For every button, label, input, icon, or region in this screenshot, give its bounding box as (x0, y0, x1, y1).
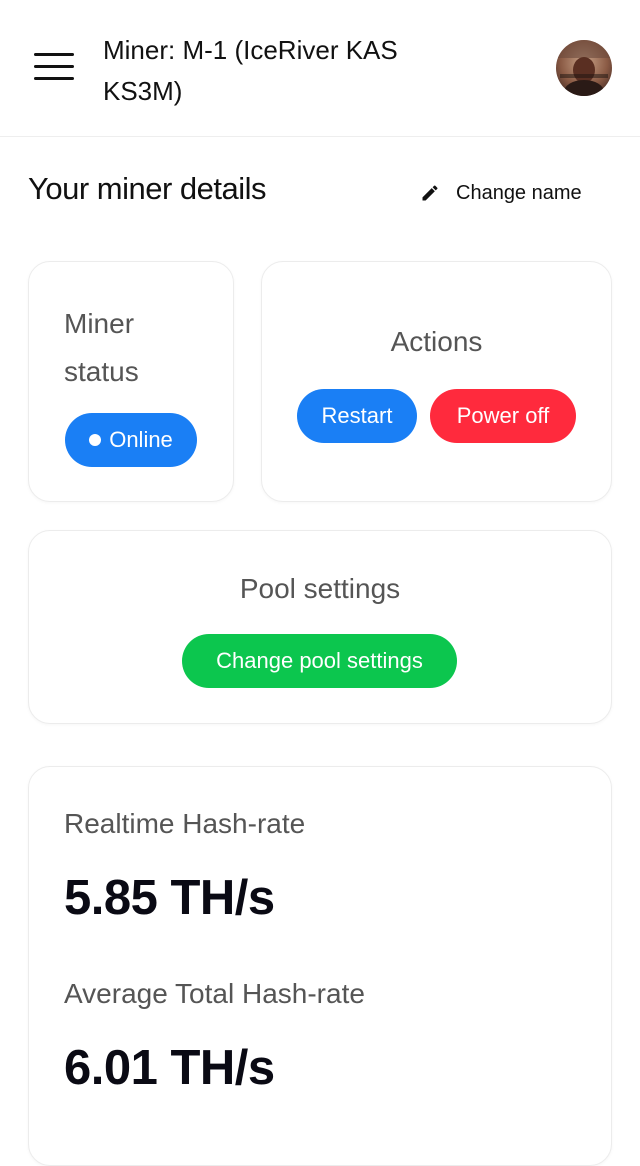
status-text: Online (109, 427, 173, 452)
user-avatar[interactable] (556, 40, 612, 96)
app-header: Miner: M-1 (IceRiver KAS KS3M) (0, 0, 640, 137)
change-name-button[interactable]: Change name (420, 178, 582, 208)
average-hashrate-label: Average Total Hash-rate (64, 978, 365, 1009)
menu-button[interactable] (32, 50, 76, 84)
miner-status-card: Miner status Online (28, 261, 234, 502)
change-name-label: Change name (456, 181, 582, 204)
pencil-icon (422, 185, 438, 201)
menu-line (34, 65, 74, 68)
page-title: Miner: M-1 (IceRiver KAS KS3M) (103, 35, 398, 106)
hashrate-card: Realtime Hash-rate 5.85 TH/s Average Tot… (28, 766, 612, 1166)
menu-line (34, 53, 74, 56)
section-title: Your miner details (28, 171, 267, 206)
pool-settings-card: Pool settings Change pool settings (28, 530, 612, 724)
actions-label: Actions (390, 326, 483, 357)
restart-button[interactable]: Restart (297, 389, 417, 443)
realtime-hashrate-label: Realtime Hash-rate (64, 808, 306, 839)
miner-status-label: Miner status (64, 308, 139, 387)
average-hashrate-value: 6.01 TH/s (64, 1041, 275, 1095)
pool-settings-label: Pool settings (239, 573, 401, 604)
menu-line (34, 77, 74, 80)
change-pool-settings-button[interactable]: Change pool settings (182, 634, 457, 688)
status-dot-icon (89, 434, 102, 446)
avatar-photo-icon (556, 40, 612, 96)
realtime-hashrate-value: 5.85 TH/s (64, 871, 275, 925)
status-badge: Online (65, 413, 197, 467)
actions-card: Actions Restart Power off (261, 261, 612, 502)
power-off-button[interactable]: Power off (430, 389, 576, 443)
